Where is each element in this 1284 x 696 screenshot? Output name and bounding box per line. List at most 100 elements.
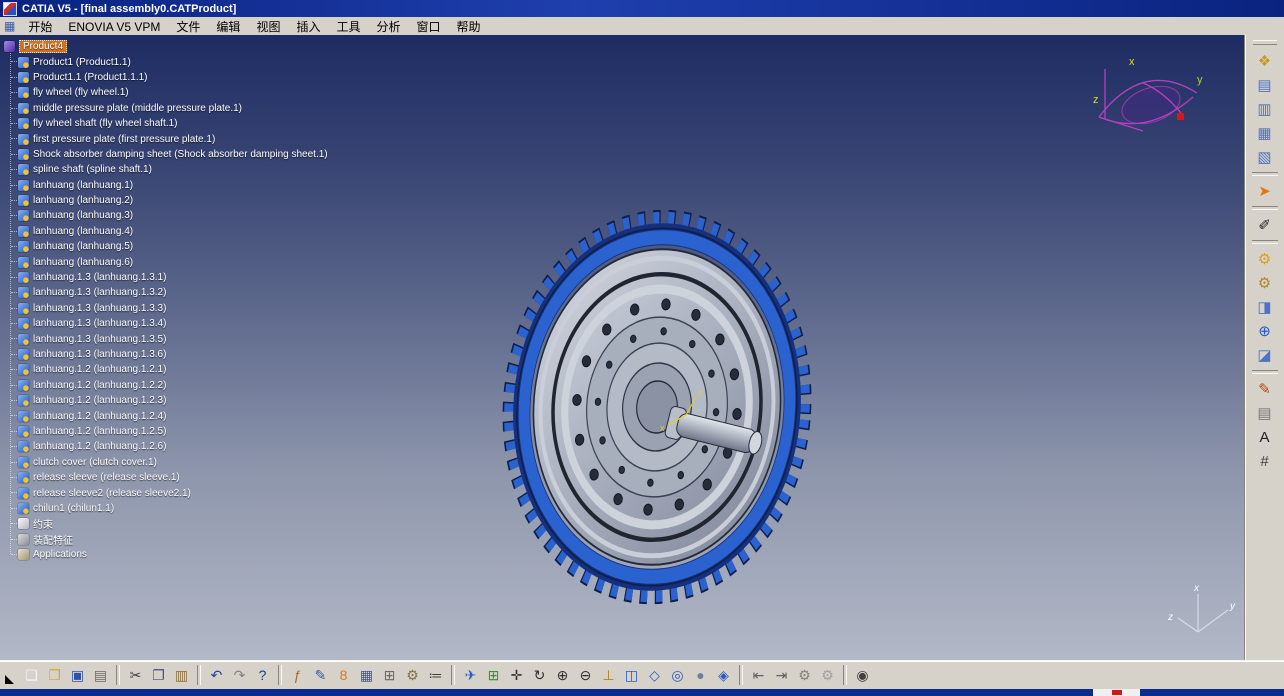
tree-node-label[interactable]: lanhuang (lanhuang.6) — [33, 257, 133, 268]
tree-item[interactable]: first pressure plate (first pressure pla… — [3, 131, 328, 146]
wireframe-icon[interactable]: ◈ — [712, 664, 735, 687]
tree-node-label[interactable]: lanhuang.1.3 (lanhuang.1.3.2) — [33, 287, 166, 298]
tree-item[interactable]: lanhuang.1.2 (lanhuang.1.2.2) — [3, 378, 328, 393]
tree-node-label[interactable]: Product1 (Product1.1) — [33, 57, 131, 68]
knowledge-icon[interactable]: 8 — [332, 664, 355, 687]
tree-item[interactable]: lanhuang.1.2 (lanhuang.1.2.1) — [3, 362, 328, 377]
catalog-icon[interactable]: ⊞ — [378, 664, 401, 687]
tree-node-label[interactable]: lanhuang.1.2 (lanhuang.1.2.1) — [33, 364, 166, 375]
tree-item[interactable]: Product1 (Product1.1) — [3, 54, 328, 69]
tree-item[interactable]: lanhuang (lanhuang.1) — [3, 178, 328, 193]
tree-node-icon[interactable] — [18, 149, 29, 160]
tree-node-icon[interactable] — [18, 334, 29, 345]
tree-item[interactable]: spline shaft (spline shaft.1) — [3, 162, 328, 177]
menu-help[interactable]: 帮助 — [449, 19, 489, 35]
tree-item[interactable]: fly wheel shaft (fly wheel shaft.1) — [3, 116, 328, 131]
annotation-icon[interactable]: ✎ — [309, 664, 332, 687]
select-icon[interactable]: ➤ — [1253, 179, 1277, 203]
tree-node-label[interactable]: lanhuang (lanhuang.4) — [33, 226, 133, 237]
next-window-icon[interactable]: ⇥ — [770, 664, 793, 687]
analysis-icon[interactable]: ◪ — [1253, 343, 1277, 367]
save-icon[interactable]: ▣ — [66, 664, 89, 687]
tree-node-icon[interactable] — [18, 103, 29, 114]
tree-node-label[interactable]: release sleeve (release sleeve.1) — [33, 472, 180, 483]
prev-window-icon[interactable]: ⇤ — [747, 664, 770, 687]
gear-icon[interactable]: ⚙ — [401, 664, 424, 687]
tree-node-label[interactable]: clutch cover (clutch cover.1) — [33, 457, 157, 468]
tree-node-icon[interactable] — [18, 303, 29, 314]
copy-icon[interactable]: ❐ — [147, 664, 170, 687]
tree-item[interactable]: lanhuang.1.3 (lanhuang.1.3.2) — [3, 285, 328, 300]
tree-item[interactable]: Applications — [3, 547, 328, 562]
tree-node-icon[interactable] — [18, 287, 29, 298]
cut-icon[interactable]: ✂ — [124, 664, 147, 687]
zoom-in-icon[interactable]: ⊕ — [551, 664, 574, 687]
tree-node-label[interactable]: lanhuang.1.2 (lanhuang.1.2.2) — [33, 380, 166, 391]
compass-3d[interactable]: x y z — [1085, 53, 1210, 163]
tree-item[interactable]: Shock absorber damping sheet (Shock abso… — [3, 147, 328, 162]
component-icon[interactable]: ▤ — [1253, 73, 1277, 97]
tree-item[interactable]: lanhuang.1.3 (lanhuang.1.3.3) — [3, 301, 328, 316]
tree-node-label[interactable]: lanhuang.1.3 (lanhuang.1.3.1) — [33, 272, 166, 283]
tree-item[interactable]: fly wheel (fly wheel.1) — [3, 85, 328, 100]
tree-node-label[interactable]: lanhuang (lanhuang.2) — [33, 195, 133, 206]
tree-node-icon[interactable] — [18, 549, 29, 560]
existing-component-icon[interactable]: ▧ — [1253, 145, 1277, 169]
tree-item[interactable]: clutch cover (clutch cover.1) — [3, 455, 328, 470]
zoom-out-icon[interactable]: ⊖ — [574, 664, 597, 687]
taskbar-item[interactable] — [1093, 689, 1140, 696]
tree-item[interactable]: lanhuang (lanhuang.3) — [3, 208, 328, 223]
tree-node-label[interactable]: Product4 — [19, 40, 67, 53]
capture-icon[interactable]: ◉ — [851, 664, 874, 687]
product-structure-icon[interactable]: ❖ — [1253, 49, 1277, 73]
paste-icon[interactable]: ▥ — [170, 664, 193, 687]
tree-node-icon[interactable] — [4, 41, 15, 52]
tree-node-icon[interactable] — [18, 57, 29, 68]
tree-node-icon[interactable] — [18, 134, 29, 145]
update-all-icon[interactable]: ⚙ — [816, 664, 839, 687]
tree-node-label[interactable]: lanhuang.1.2 (lanhuang.1.2.6) — [33, 441, 166, 452]
tree-node-icon[interactable] — [18, 272, 29, 283]
menu-window[interactable]: 窗口 — [409, 19, 449, 35]
rotate-icon[interactable]: ↻ — [528, 664, 551, 687]
app-icon[interactable] — [3, 2, 17, 16]
tree-node-icon[interactable] — [18, 457, 29, 468]
tree-item[interactable]: lanhuang.1.2 (lanhuang.1.2.4) — [3, 408, 328, 423]
menu-analyze[interactable]: 分析 — [368, 19, 408, 35]
tree-node-label[interactable]: chilun1 (chilun1.1) — [33, 503, 114, 514]
new-file-icon[interactable]: ❏ — [20, 664, 43, 687]
clipboard-icon[interactable]: ▤ — [1253, 401, 1277, 425]
document-icon[interactable]: ▦ — [4, 19, 15, 33]
tree-node-icon[interactable] — [18, 210, 29, 221]
tree-node-label[interactable]: 装配特征 — [33, 532, 73, 547]
open-icon[interactable]: ❒ — [43, 664, 66, 687]
design-table-icon[interactable]: ▦ — [355, 664, 378, 687]
tree-node-icon[interactable] — [18, 257, 29, 268]
tree-node-icon[interactable] — [18, 364, 29, 375]
update-icon[interactable]: ⚙ — [793, 664, 816, 687]
menu-file[interactable]: 文件 — [168, 19, 208, 35]
undo-icon[interactable]: ↶ — [205, 664, 228, 687]
tree-node-icon[interactable] — [18, 349, 29, 360]
fx-icon[interactable]: ƒ — [286, 664, 309, 687]
tree-node-icon[interactable] — [18, 518, 29, 529]
text-icon[interactable]: A — [1253, 425, 1277, 449]
tree-node-icon[interactable] — [18, 534, 29, 545]
print-icon[interactable]: ▤ — [89, 664, 112, 687]
menu-enovia[interactable]: ENOVIA V5 VPM — [60, 19, 168, 35]
tree-node-icon[interactable] — [18, 441, 29, 452]
tree-node-icon[interactable] — [18, 472, 29, 483]
brush-icon[interactable]: ✐ — [1253, 213, 1277, 237]
tree-item[interactable]: chilun1 (chilun1.1) — [3, 501, 328, 516]
tree-node-icon[interactable] — [18, 411, 29, 422]
formula-icon[interactable]: ≔ — [424, 664, 447, 687]
tree-node-label[interactable]: lanhuang (lanhuang.5) — [33, 241, 133, 252]
tree-item[interactable]: lanhuang.1.2 (lanhuang.1.2.3) — [3, 393, 328, 408]
tree-node-label[interactable]: release sleeve2 (release sleeve2.1) — [33, 488, 191, 499]
tree-item[interactable]: release sleeve2 (release sleeve2.1) — [3, 485, 328, 500]
tree-node-icon[interactable] — [18, 118, 29, 129]
pan-icon[interactable]: ✛ — [505, 664, 528, 687]
tree-node-icon[interactable] — [18, 488, 29, 499]
tree-item[interactable]: lanhuang.1.3 (lanhuang.1.3.6) — [3, 347, 328, 362]
render-style-icon[interactable]: ● — [689, 664, 712, 687]
